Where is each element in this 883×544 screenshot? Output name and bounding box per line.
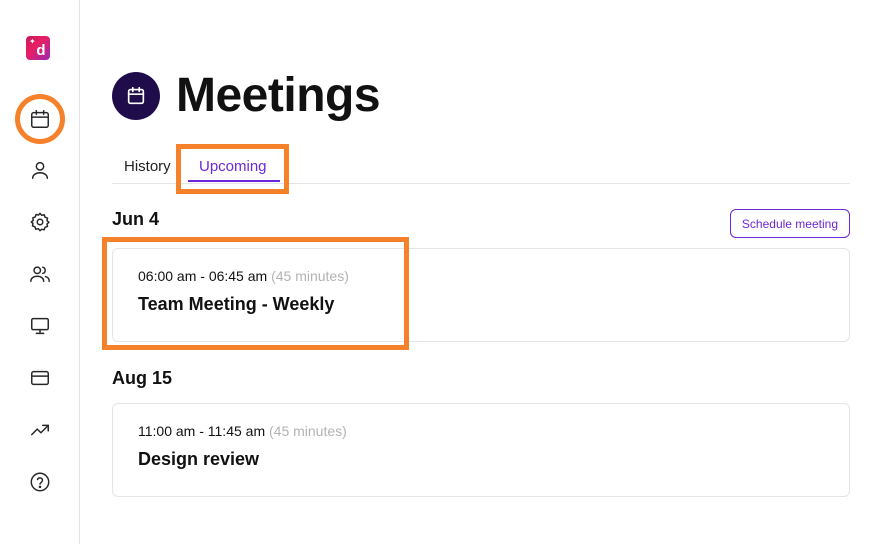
app-logo[interactable]: ✦ d xyxy=(26,36,50,60)
sidebar-item-settings[interactable] xyxy=(20,202,60,242)
calendar-icon xyxy=(31,110,49,128)
meeting-duration: (45 minutes) xyxy=(269,423,347,439)
page-header: Meetings xyxy=(112,68,381,123)
sidebar-item-calendar[interactable] xyxy=(15,94,65,144)
sidebar-item-display[interactable] xyxy=(20,306,60,346)
meeting-time: 11:00 am - 11:45 am (45 minutes) xyxy=(138,423,347,439)
schedule-meeting-button[interactable]: Schedule meeting xyxy=(729,209,850,238)
sidebar-item-help[interactable] xyxy=(20,462,60,502)
user-icon xyxy=(31,161,49,179)
tab-bar: History Upcoming xyxy=(112,144,850,194)
date-header: Jun 4 xyxy=(112,209,160,229)
sidebar-item-billing[interactable] xyxy=(20,358,60,398)
logo-letter: d xyxy=(36,41,46,59)
meeting-duration: (45 minutes) xyxy=(271,268,349,284)
meeting-time-range: 06:00 am - 06:45 am xyxy=(138,268,268,284)
logo-spark: ✦ xyxy=(29,37,36,46)
tab-history[interactable]: History xyxy=(124,158,171,175)
meeting-time-range: 11:00 am - 11:45 am xyxy=(138,423,266,439)
date-header: Aug 15 xyxy=(112,368,173,388)
credit-card-icon xyxy=(31,370,49,386)
help-circle-icon xyxy=(30,472,50,492)
users-icon xyxy=(30,266,50,283)
calendar-icon xyxy=(127,86,145,104)
tab-upcoming[interactable]: Upcoming xyxy=(199,158,267,175)
sidebar-item-team[interactable] xyxy=(20,254,60,294)
meeting-title: Team Meeting - Weekly xyxy=(138,294,335,314)
title-badge xyxy=(112,71,160,120)
sidebar: ✦ d xyxy=(0,0,80,544)
meeting-card[interactable]: 11:00 am - 11:45 am (45 minutes) Design … xyxy=(112,403,850,497)
monitor-icon xyxy=(31,317,49,335)
page-title: Meetings xyxy=(176,69,381,122)
meeting-time: 06:00 am - 06:45 am (45 minutes) xyxy=(138,268,349,284)
meeting-card[interactable]: 06:00 am - 06:45 am (45 minutes) Team Me… xyxy=(112,248,850,342)
sidebar-item-profile[interactable] xyxy=(20,150,60,190)
sidebar-item-analytics[interactable] xyxy=(20,410,60,450)
meeting-title: Design review xyxy=(138,449,260,469)
gear-icon xyxy=(30,212,50,232)
active-tab-indicator xyxy=(188,180,280,182)
trending-up-icon xyxy=(31,424,49,436)
